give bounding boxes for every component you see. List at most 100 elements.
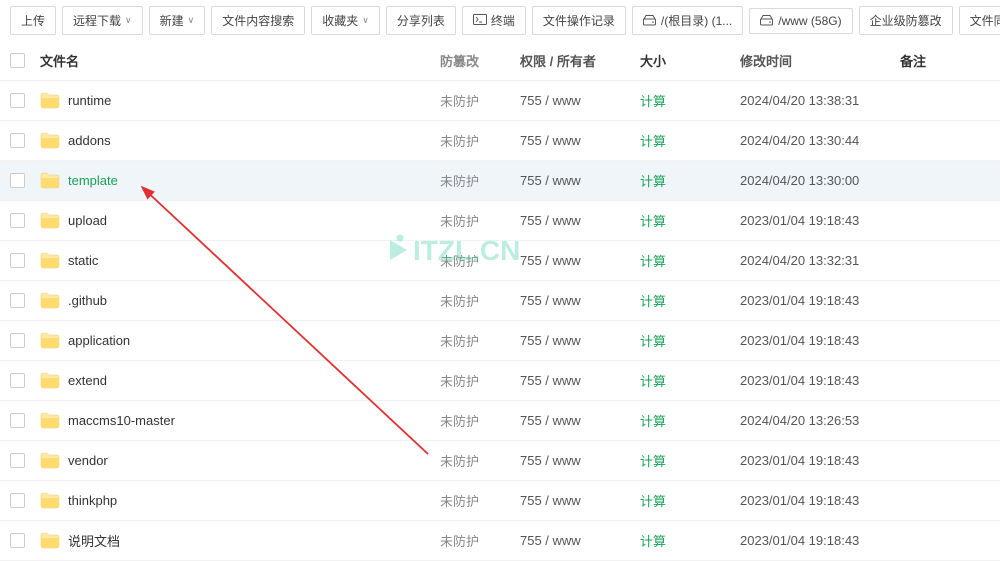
row-checkbox[interactable] bbox=[10, 253, 25, 268]
row-checkbox[interactable] bbox=[10, 493, 25, 508]
file-name[interactable]: runtime bbox=[68, 93, 111, 108]
button-label: /(根目录) (1... bbox=[661, 12, 732, 29]
table-row[interactable]: 说明文档未防护755 / www计算2023/01/04 19:18:43 bbox=[0, 521, 1000, 561]
table-header: 文件名 防篡改 权限 / 所有者 大小 修改时间 备注 bbox=[0, 41, 1000, 81]
file-name[interactable]: maccms10-master bbox=[68, 413, 175, 428]
row-checkbox[interactable] bbox=[10, 293, 25, 308]
folder-icon bbox=[40, 332, 60, 349]
size-calc[interactable]: 计算 bbox=[640, 534, 666, 549]
table-row[interactable]: extend 未防护755 / www计算 2023/01/04 19:18:43 bbox=[0, 361, 1000, 401]
table-row[interactable]: template 未防护755 / www计算 2024/04/20 13:30:0… bbox=[0, 161, 1000, 201]
size-calc[interactable]: 计算 bbox=[640, 174, 666, 189]
perm-value[interactable]: 755 / www bbox=[520, 133, 640, 148]
file-sync-button[interactable]: 文件同步 bbox=[959, 6, 1000, 35]
table-row[interactable]: application未防护755 / www计算2023/01/04 19:1… bbox=[0, 321, 1000, 361]
table-row[interactable]: maccms10-master 未防护755 / www计算 2024/04/20 … bbox=[0, 401, 1000, 441]
modified-value: 2023/01/04 19:18:43 bbox=[740, 453, 900, 468]
row-checkbox[interactable] bbox=[10, 93, 25, 108]
row-checkbox[interactable] bbox=[10, 173, 25, 188]
file-name[interactable]: addons bbox=[68, 133, 111, 148]
file-name[interactable]: template bbox=[68, 173, 118, 188]
row-checkbox[interactable] bbox=[10, 213, 25, 228]
perm-value[interactable]: 755 / www bbox=[520, 333, 640, 348]
button-label: 终端 bbox=[491, 12, 515, 29]
row-checkbox[interactable] bbox=[10, 373, 25, 388]
row-checkbox[interactable] bbox=[10, 133, 25, 148]
size-calc[interactable]: 计算 bbox=[640, 414, 666, 429]
table-row[interactable]: addons未防护755 / www计算2024/04/20 13:30:44 bbox=[0, 121, 1000, 161]
perm-value[interactable]: 755 / www bbox=[520, 253, 640, 268]
button-label: /www (58G) bbox=[778, 14, 841, 28]
file-name[interactable]: 说明文档 bbox=[68, 531, 120, 550]
chevron-down-icon: ∨ bbox=[362, 15, 369, 26]
size-calc[interactable]: 计算 bbox=[640, 214, 666, 229]
table-row[interactable]: runtime未防护755 / www计算2024/04/20 13:38:31 bbox=[0, 81, 1000, 121]
favorites-button[interactable]: 收藏夹 ∨ bbox=[311, 6, 380, 35]
file-name[interactable]: application bbox=[68, 333, 130, 348]
table-row[interactable]: vendor 未防护755 / www计算 2023/01/04 19:18:43 bbox=[0, 441, 1000, 481]
file-name[interactable]: upload bbox=[68, 213, 107, 228]
file-log-button[interactable]: 文件操作记录 bbox=[532, 6, 626, 35]
table-row[interactable]: static未防护755 / www计算2024/04/20 13:32:31 bbox=[0, 241, 1000, 281]
col-header-note[interactable]: 备注 bbox=[900, 51, 990, 70]
table-row[interactable]: upload未防护755 / www计算2023/01/04 19:18:43 bbox=[0, 201, 1000, 241]
file-name[interactable]: extend bbox=[68, 373, 107, 388]
perm-value[interactable]: 755 / www bbox=[520, 173, 640, 188]
folder-icon bbox=[40, 212, 60, 229]
col-header-protect[interactable]: 防篡改 bbox=[440, 51, 520, 70]
row-checkbox[interactable] bbox=[10, 533, 25, 548]
row-checkbox[interactable] bbox=[10, 333, 25, 348]
size-calc[interactable]: 计算 bbox=[640, 94, 666, 109]
perm-value[interactable]: 755 / www bbox=[520, 493, 640, 508]
file-table: 文件名 防篡改 权限 / 所有者 大小 修改时间 备注 runtime未防护75… bbox=[0, 41, 1000, 561]
perm-value[interactable]: 755 / www bbox=[520, 213, 640, 228]
col-header-perm[interactable]: 权限 / 所有者 bbox=[520, 51, 640, 70]
root-drive-button[interactable]: /(根目录) (1... bbox=[632, 6, 743, 35]
perm-value[interactable]: 755 / www bbox=[520, 93, 640, 108]
protect-value: 未防护 bbox=[440, 171, 520, 190]
col-header-name[interactable]: 文件名 bbox=[40, 51, 440, 70]
perm-value[interactable]: 755 / www bbox=[520, 533, 640, 548]
share-list-button[interactable]: 分享列表 bbox=[386, 6, 456, 35]
size-calc[interactable]: 计算 bbox=[640, 374, 666, 389]
upload-button[interactable]: 上传 bbox=[10, 6, 56, 35]
perm-value[interactable]: 755 / www bbox=[520, 413, 640, 428]
row-checkbox[interactable] bbox=[10, 453, 25, 468]
protect-value: 未防护 bbox=[440, 451, 520, 470]
enterprise-protect-button[interactable]: 企业级防篡改 bbox=[859, 6, 953, 35]
size-calc[interactable]: 计算 bbox=[640, 334, 666, 349]
remote-download-button[interactable]: 远程下载 ∨ bbox=[62, 6, 143, 35]
row-checkbox[interactable] bbox=[10, 413, 25, 428]
col-header-size[interactable]: 大小 bbox=[640, 51, 740, 70]
www-drive-button[interactable]: /www (58G) bbox=[749, 8, 852, 34]
perm-value[interactable]: 755 / www bbox=[520, 373, 640, 388]
folder-icon bbox=[40, 292, 60, 309]
protect-value: 未防护 bbox=[440, 371, 520, 390]
perm-value[interactable]: 755 / www bbox=[520, 453, 640, 468]
modified-value: 2024/04/20 13:26:53 bbox=[740, 413, 900, 428]
size-calc[interactable]: 计算 bbox=[640, 494, 666, 509]
size-calc[interactable]: 计算 bbox=[640, 294, 666, 309]
modified-value: 2024/04/20 13:30:44 bbox=[740, 133, 900, 148]
perm-value[interactable]: 755 / www bbox=[520, 293, 640, 308]
size-calc[interactable]: 计算 bbox=[640, 134, 666, 149]
file-name[interactable]: .github bbox=[68, 293, 107, 308]
modified-value: 2024/04/20 13:30:00 bbox=[740, 173, 900, 188]
hdd-icon bbox=[643, 15, 656, 26]
file-search-button[interactable]: 文件内容搜索 bbox=[211, 6, 305, 35]
toolbar: 上传 远程下载 ∨ 新建 ∨ 文件内容搜索 收藏夹 ∨ 分享列表 终端 文件操作… bbox=[0, 0, 1000, 41]
protect-value: 未防护 bbox=[440, 411, 520, 430]
file-name[interactable]: thinkphp bbox=[68, 493, 117, 508]
chevron-down-icon: ∨ bbox=[188, 15, 195, 26]
new-button[interactable]: 新建 ∨ bbox=[149, 6, 206, 35]
terminal-button[interactable]: 终端 bbox=[462, 6, 526, 35]
table-row[interactable]: thinkphp未防护755 / www计算2023/01/04 19:18:4… bbox=[0, 481, 1000, 521]
size-calc[interactable]: 计算 bbox=[640, 454, 666, 469]
file-name[interactable]: vendor bbox=[68, 453, 108, 468]
file-name[interactable]: static bbox=[68, 253, 98, 268]
modified-value: 2023/01/04 19:18:43 bbox=[740, 373, 900, 388]
col-header-modified[interactable]: 修改时间 bbox=[740, 51, 900, 70]
select-all-checkbox[interactable] bbox=[10, 53, 25, 68]
size-calc[interactable]: 计算 bbox=[640, 254, 666, 269]
table-row[interactable]: .github未防护755 / www计算2023/01/04 19:18:43 bbox=[0, 281, 1000, 321]
